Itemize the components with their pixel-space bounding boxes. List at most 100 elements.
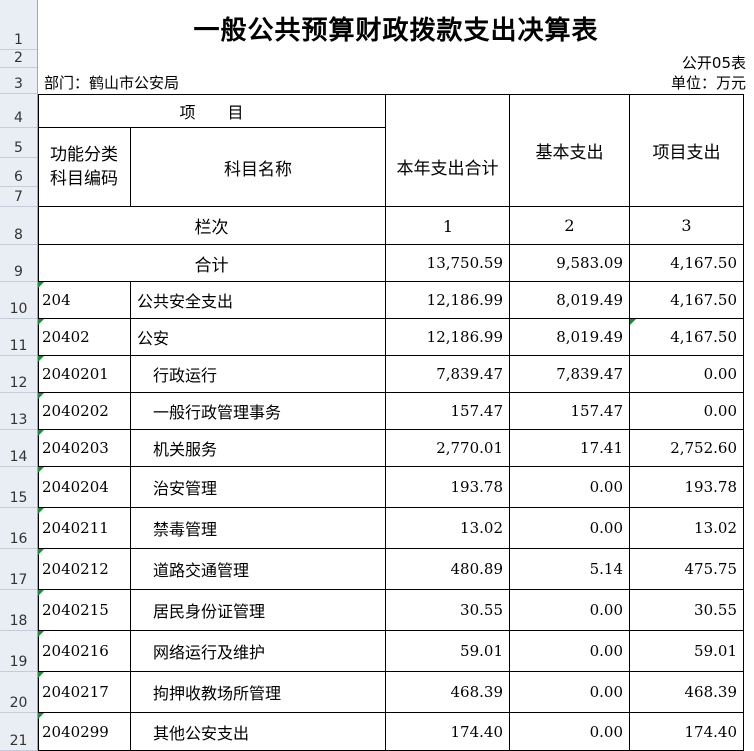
row-total[interactable]: 157.47 (386, 393, 510, 430)
row-code[interactable]: 2040204 (38, 467, 131, 508)
row-total[interactable]: 59.01 (386, 631, 510, 672)
row-number[interactable]: 5 (0, 128, 37, 158)
row-name[interactable]: 禁毒管理 (131, 508, 386, 549)
row-code[interactable]: 2040202 (38, 393, 131, 430)
row-number[interactable]: 12 (0, 356, 37, 393)
row-code[interactable]: 2040299 (38, 713, 131, 751)
cell-note-marker (38, 590, 44, 596)
row-basic[interactable]: 0.00 (510, 508, 630, 549)
row-basic[interactable]: 0.00 (510, 713, 630, 751)
row-number[interactable]: 1 (0, 0, 37, 50)
row-basic[interactable]: 0.00 (510, 590, 630, 631)
row-total[interactable]: 2,770.01 (386, 430, 510, 467)
row-name[interactable]: 公共安全支出 (131, 282, 386, 319)
row-number[interactable]: 16 (0, 508, 37, 549)
row-number[interactable]: 13 (0, 393, 37, 430)
row-number[interactable]: 17 (0, 549, 37, 590)
row-total[interactable]: 7,839.47 (386, 356, 510, 393)
row-project[interactable]: 30.55 (630, 590, 744, 631)
row-code[interactable]: 2040203 (38, 430, 131, 467)
row-name[interactable]: 一般行政管理事务 (131, 393, 386, 430)
row-project[interactable]: 475.75 (630, 549, 744, 590)
row-basic[interactable]: 157.47 (510, 393, 630, 430)
row-total[interactable]: 13.02 (386, 508, 510, 549)
row-project[interactable]: 4,167.50 (630, 319, 744, 356)
code-text: 2040217 (42, 683, 109, 701)
row-total[interactable]: 174.40 (386, 713, 510, 751)
row-basic[interactable]: 8,019.49 (510, 282, 630, 319)
row-number[interactable]: 18 (0, 590, 37, 631)
row-code[interactable]: 2040217 (38, 672, 131, 713)
column-index-3: 3 (630, 207, 744, 245)
row-basic[interactable]: 0.00 (510, 672, 630, 713)
row-name[interactable]: 其他公安支出 (131, 713, 386, 751)
row-number[interactable]: 9 (0, 245, 37, 282)
row-project[interactable]: 193.78 (630, 467, 744, 508)
cell-note-marker (38, 631, 44, 637)
row-code[interactable]: 2040211 (38, 508, 131, 549)
row-project[interactable]: 0.00 (630, 356, 744, 393)
row-project[interactable]: 2,752.60 (630, 430, 744, 467)
table-number: 公开05表 (681, 54, 746, 72)
row-basic[interactable]: 8,019.49 (510, 319, 630, 356)
row-number[interactable]: 20 (0, 672, 37, 713)
row-code[interactable]: 2040212 (38, 549, 131, 590)
row-project[interactable]: 13.02 (630, 508, 744, 549)
row-number[interactable]: 11 (0, 319, 37, 356)
row-name[interactable]: 网络运行及维护 (131, 631, 386, 672)
cell-note-marker (630, 319, 636, 325)
row-total[interactable]: 12,186.99 (386, 319, 510, 356)
row-total[interactable]: 193.78 (386, 467, 510, 508)
row-total[interactable]: 468.39 (386, 672, 510, 713)
row-code[interactable]: 2040216 (38, 631, 131, 672)
row-name[interactable]: 拘押收教场所管理 (131, 672, 386, 713)
row-project[interactable]: 468.39 (630, 672, 744, 713)
cell-note-marker (38, 393, 44, 399)
row-name[interactable]: 机关服务 (131, 430, 386, 467)
header-func-code: 功能分类科目编码 (38, 128, 131, 207)
header-project: 项 目 (38, 94, 386, 128)
row-name[interactable]: 行政运行 (131, 356, 386, 393)
row-number[interactable]: 15 (0, 467, 37, 508)
row-number[interactable]: 10 (0, 282, 37, 319)
row-basic[interactable]: 17.41 (510, 430, 630, 467)
row-basic[interactable]: 5.14 (510, 549, 630, 590)
row-project[interactable]: 174.40 (630, 713, 744, 751)
row-name[interactable]: 治安管理 (131, 467, 386, 508)
cell-note-marker (38, 467, 44, 473)
sum-basic[interactable]: 9,583.09 (510, 245, 630, 282)
row-number[interactable]: 4 (0, 94, 37, 128)
row-name[interactable]: 居民身份证管理 (131, 590, 386, 631)
sum-total[interactable]: 13,750.59 (386, 245, 510, 282)
row-number[interactable]: 3 (0, 68, 37, 94)
department-label: 部门：鹤山市公安局 (44, 74, 180, 92)
row-total[interactable]: 30.55 (386, 590, 510, 631)
row-number[interactable]: 21 (0, 713, 37, 751)
row-project[interactable]: 4,167.50 (630, 282, 744, 319)
row-number[interactable]: 6 (0, 158, 37, 187)
row-number[interactable]: 14 (0, 430, 37, 467)
row-basic[interactable]: 7,839.47 (510, 356, 630, 393)
code-text: 2040204 (42, 478, 109, 496)
row-project[interactable]: 0.00 (630, 393, 744, 430)
sum-project[interactable]: 4,167.50 (630, 245, 744, 282)
row-code[interactable]: 204 (38, 282, 131, 319)
row-basic[interactable]: 0.00 (510, 467, 630, 508)
row-total[interactable]: 480.89 (386, 549, 510, 590)
row-number[interactable]: 8 (0, 207, 37, 245)
row-name[interactable]: 公安 (131, 319, 386, 356)
row-project[interactable]: 59.01 (630, 631, 744, 672)
cell-note-marker (38, 713, 44, 719)
row-number[interactable]: 7 (0, 187, 37, 207)
row-code[interactable]: 2040201 (38, 356, 131, 393)
row-number[interactable]: 2 (0, 50, 37, 68)
row-name[interactable]: 道路交通管理 (131, 549, 386, 590)
row-code[interactable]: 20402 (38, 319, 131, 356)
row-number[interactable]: 19 (0, 631, 37, 672)
code-text: 2040203 (42, 439, 109, 457)
row-basic[interactable]: 0.00 (510, 631, 630, 672)
code-text: 2040202 (42, 402, 109, 420)
column-index-2: 2 (510, 207, 630, 245)
row-code[interactable]: 2040215 (38, 590, 131, 631)
row-total[interactable]: 12,186.99 (386, 282, 510, 319)
